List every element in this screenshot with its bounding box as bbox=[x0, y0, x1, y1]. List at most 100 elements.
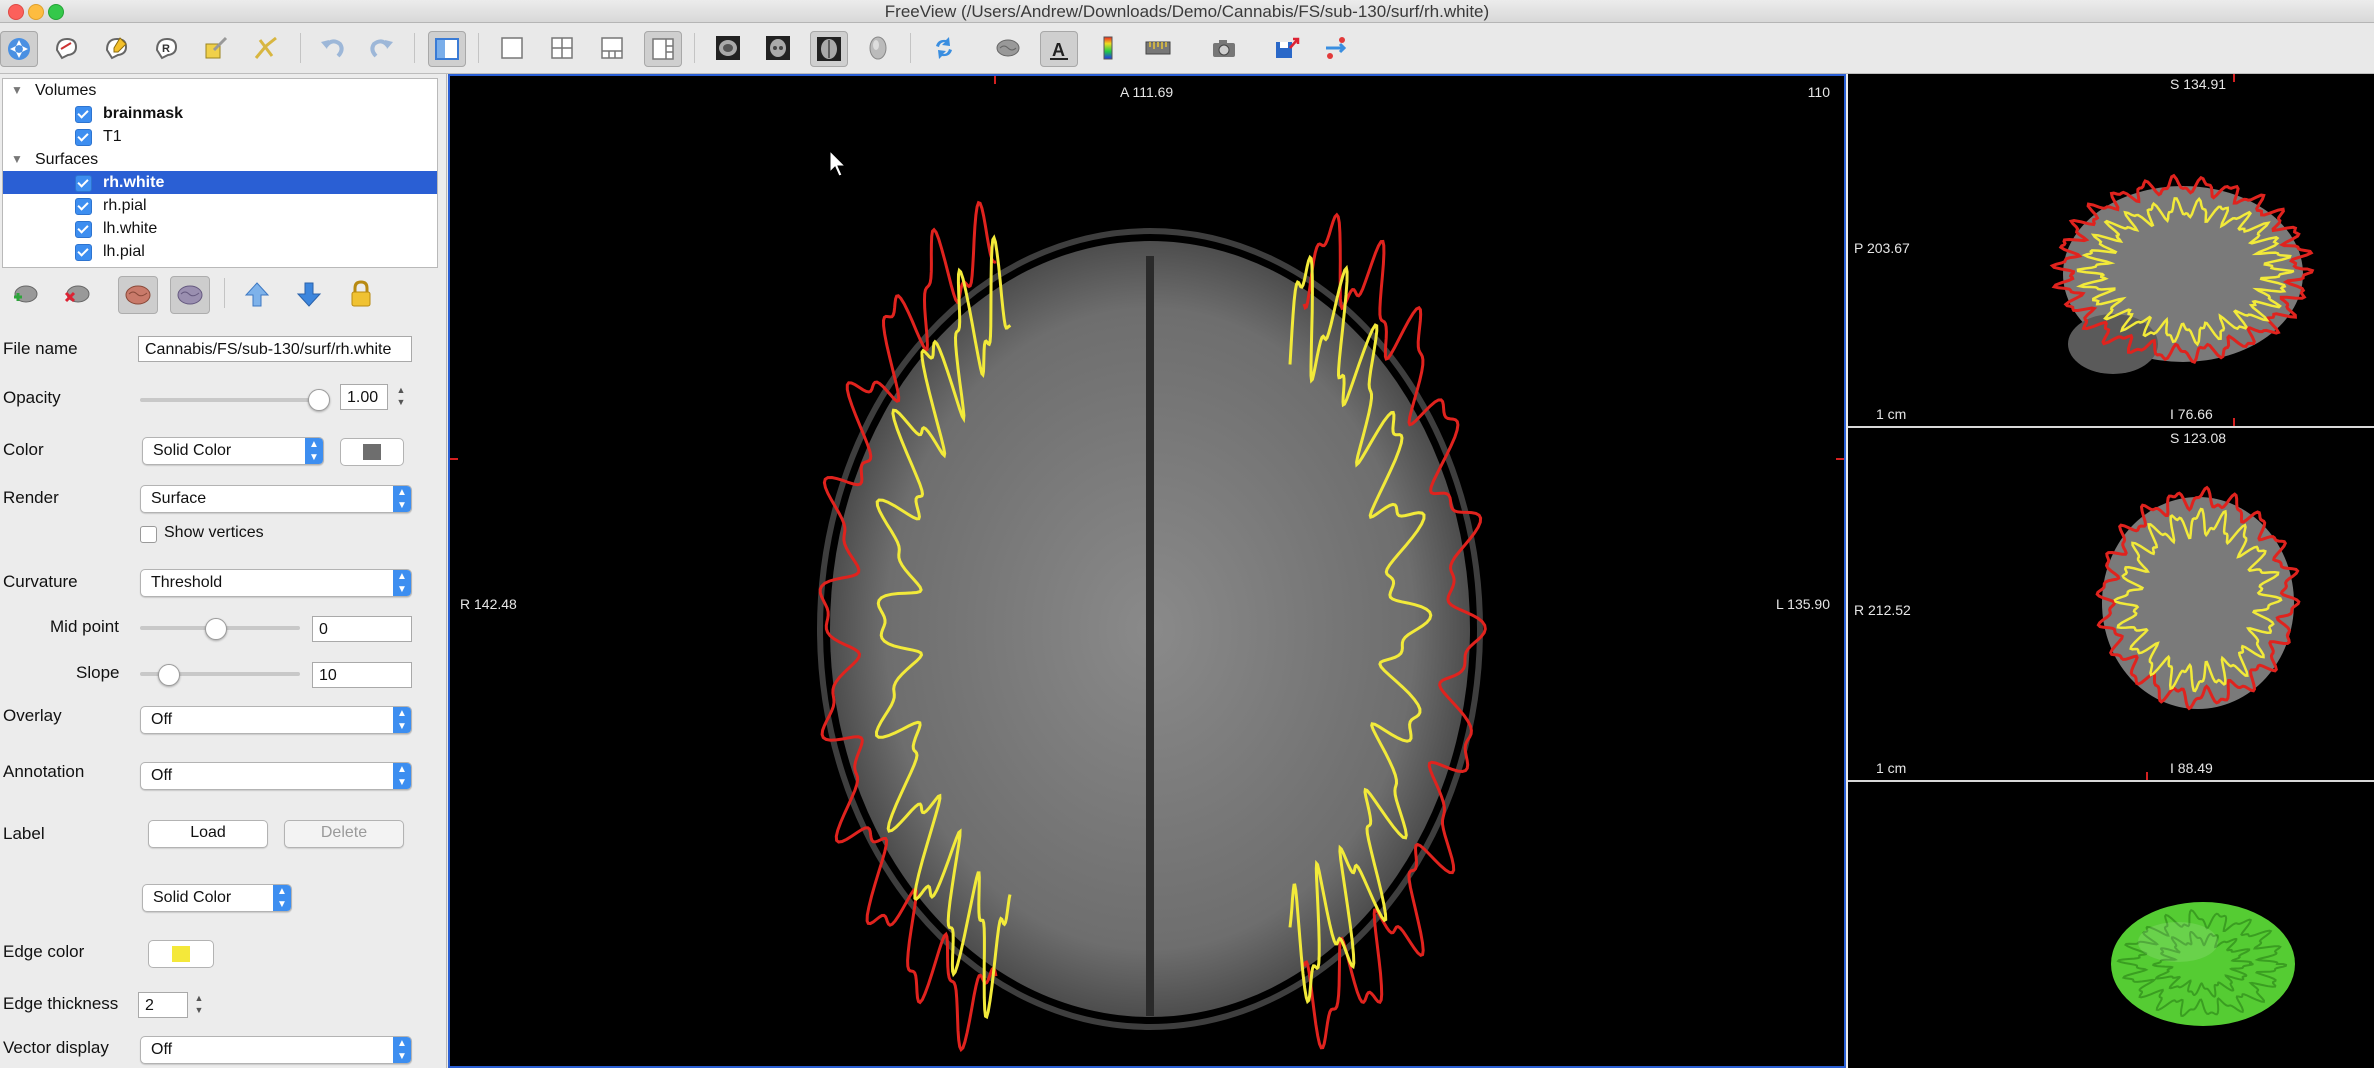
layer-tree[interactable]: ▼ Volumes brainmask T1 ▼ Surfaces rh.whi… bbox=[2, 78, 438, 268]
annotation-select[interactable]: Off ▲ ▼ bbox=[140, 762, 412, 790]
navigate-tool-button[interactable] bbox=[0, 31, 38, 67]
point-set-edit-button[interactable] bbox=[198, 31, 234, 65]
recon-edit-button[interactable] bbox=[98, 31, 134, 65]
move-layer-down-button[interactable] bbox=[290, 276, 328, 312]
slope-slider-handle[interactable] bbox=[158, 664, 180, 686]
sagittal-view-icon bbox=[716, 36, 740, 60]
curvature-select[interactable]: Threshold ▲ ▼ bbox=[140, 569, 412, 597]
layout-1x1-button[interactable] bbox=[494, 31, 530, 65]
undo-button[interactable] bbox=[314, 31, 350, 65]
surface-inflated-button[interactable] bbox=[170, 276, 210, 314]
screenshot-button[interactable] bbox=[1206, 31, 1242, 65]
3d-view-icon bbox=[869, 36, 887, 60]
move-layer-up-button[interactable] bbox=[238, 276, 276, 312]
select-arrows-icon: ▲ ▼ bbox=[273, 885, 291, 911]
layer-panel: ▼ Volumes brainmask T1 ▼ Surfaces rh.whi… bbox=[0, 74, 447, 1068]
roi-edit-button[interactable]: R bbox=[148, 31, 184, 65]
expand-triangle-icon[interactable]: ▼ bbox=[11, 148, 23, 171]
arrow-down-icon bbox=[296, 282, 322, 307]
coronal-brain bbox=[2095, 485, 2301, 780]
layer-visible-checkbox[interactable] bbox=[75, 175, 92, 192]
layer-visible-checkbox[interactable] bbox=[75, 198, 92, 215]
overlay-select[interactable]: Off ▲ ▼ bbox=[140, 706, 412, 734]
redo-icon bbox=[370, 39, 393, 58]
edge-color-button[interactable] bbox=[148, 940, 214, 968]
screenshot-icon bbox=[1213, 40, 1235, 57]
toggle-panel-button[interactable] bbox=[428, 31, 466, 67]
reset-view-button[interactable] bbox=[926, 31, 962, 65]
layer-item-lh-white[interactable]: lh.white bbox=[3, 217, 437, 240]
layer-item-lh-pial[interactable]: lh.pial bbox=[3, 240, 437, 263]
layer-item-rh-white[interactable]: rh.white bbox=[3, 171, 437, 194]
side-views: S 134.91 P 203.67 I 76.66 1 cm S 123.08 … bbox=[1848, 74, 2374, 1068]
annotation-value: Off bbox=[151, 767, 173, 784]
redo-button[interactable] bbox=[364, 31, 400, 65]
layer-group-surfaces[interactable]: ▼ Surfaces bbox=[3, 148, 437, 171]
voxel-edit-button[interactable] bbox=[48, 31, 84, 65]
axial-view-button[interactable] bbox=[810, 31, 848, 67]
opacity-slider[interactable] bbox=[140, 398, 328, 402]
sagittal-view[interactable]: S 134.91 P 203.67 I 76.66 1 cm bbox=[1848, 74, 2374, 426]
render-mode-value: Surface bbox=[151, 490, 207, 507]
label-color-mode-select[interactable]: Solid Color ▲ ▼ bbox=[142, 884, 292, 912]
delete-label-button[interactable]: Delete bbox=[284, 820, 404, 848]
contour-tool-button[interactable] bbox=[248, 31, 284, 65]
toolbar-separator bbox=[694, 33, 695, 63]
layout-2x2-button[interactable] bbox=[544, 31, 580, 65]
layer-visible-checkbox[interactable] bbox=[75, 106, 92, 123]
show-vertices-checkbox[interactable] bbox=[140, 526, 157, 543]
save-point-set-button[interactable] bbox=[1268, 31, 1304, 65]
main-toolbar: R A bbox=[0, 23, 2374, 74]
layer-visible-checkbox[interactable] bbox=[75, 244, 92, 261]
expand-triangle-icon[interactable]: ▼ bbox=[11, 79, 23, 102]
midpoint-input[interactable]: 0 bbox=[312, 616, 412, 642]
opacity-spinner[interactable]: ▲ ▼ bbox=[394, 384, 408, 410]
opacity-input[interactable]: 1.00 bbox=[340, 384, 388, 410]
toolbar-separator bbox=[478, 33, 479, 63]
edge-color-swatch bbox=[172, 946, 190, 962]
coronal-view[interactable]: S 123.08 R 212.52 I 88.49 1 cm bbox=[1848, 428, 2374, 780]
layer-item-rh-pial[interactable]: rh.pial bbox=[3, 194, 437, 217]
color-mode-select[interactable]: Solid Color ▲ ▼ bbox=[142, 437, 324, 465]
toolbar-separator bbox=[910, 33, 911, 63]
load-surface-button[interactable] bbox=[6, 276, 44, 312]
layer-item-t1[interactable]: T1 bbox=[3, 125, 437, 148]
surface-main-view-button[interactable] bbox=[118, 276, 158, 314]
text-annotation-button[interactable]: A bbox=[1040, 31, 1078, 67]
layout-1x3-button[interactable] bbox=[594, 31, 630, 65]
colorbar-button[interactable] bbox=[1090, 31, 1126, 65]
surface-display-button[interactable] bbox=[990, 31, 1026, 65]
layer-visible-checkbox[interactable] bbox=[75, 221, 92, 238]
sagittal-view-button[interactable] bbox=[710, 31, 746, 65]
layer-group-volumes[interactable]: ▼ Volumes bbox=[3, 79, 437, 102]
voxel-edit-icon bbox=[55, 37, 78, 60]
ruler-button[interactable] bbox=[1140, 31, 1176, 65]
edge-color-label: Edge color bbox=[3, 942, 85, 961]
midpoint-slider-handle[interactable] bbox=[205, 618, 227, 640]
save-icon bbox=[1276, 37, 1300, 58]
opacity-slider-handle[interactable] bbox=[308, 389, 330, 411]
coronal-view-button[interactable] bbox=[760, 31, 796, 65]
edge-thickness-input[interactable]: 2 bbox=[138, 992, 188, 1018]
vector-display-select[interactable]: Off ▲ ▼ bbox=[140, 1036, 412, 1064]
window-title: FreeView (/Users/Andrew/Downloads/Demo/C… bbox=[884, 2, 1490, 21]
main-view-axial[interactable]: A 111.69 110 R 142.48 L 135.90 bbox=[448, 74, 1846, 1068]
load-label-button[interactable]: Load bbox=[148, 820, 268, 848]
lock-layer-button[interactable] bbox=[342, 276, 380, 312]
layer-item-brainmask[interactable]: brainmask bbox=[3, 102, 437, 125]
edge-thickness-spinner[interactable]: ▲ ▼ bbox=[192, 992, 206, 1018]
render-mode-select[interactable]: Surface ▲ ▼ bbox=[140, 485, 412, 513]
3d-view[interactable] bbox=[1848, 782, 2374, 1068]
3d-view-button[interactable] bbox=[860, 31, 896, 65]
layer-visible-checkbox[interactable] bbox=[75, 129, 92, 146]
file-name-field[interactable]: Cannabis/FS/sub-130/surf/rh.white bbox=[138, 336, 412, 362]
transform-volume-button[interactable] bbox=[1318, 31, 1354, 65]
mouse-cursor-icon bbox=[829, 149, 847, 177]
annotation-label: Annotation bbox=[3, 762, 85, 781]
layout-1x3-horizontal-button[interactable] bbox=[644, 31, 682, 67]
surface-color-button[interactable] bbox=[340, 438, 404, 466]
close-surface-button[interactable] bbox=[58, 276, 96, 312]
toolbar-separator bbox=[224, 278, 225, 308]
point-set-edit-icon bbox=[205, 36, 228, 59]
slope-input[interactable]: 10 bbox=[312, 662, 412, 688]
